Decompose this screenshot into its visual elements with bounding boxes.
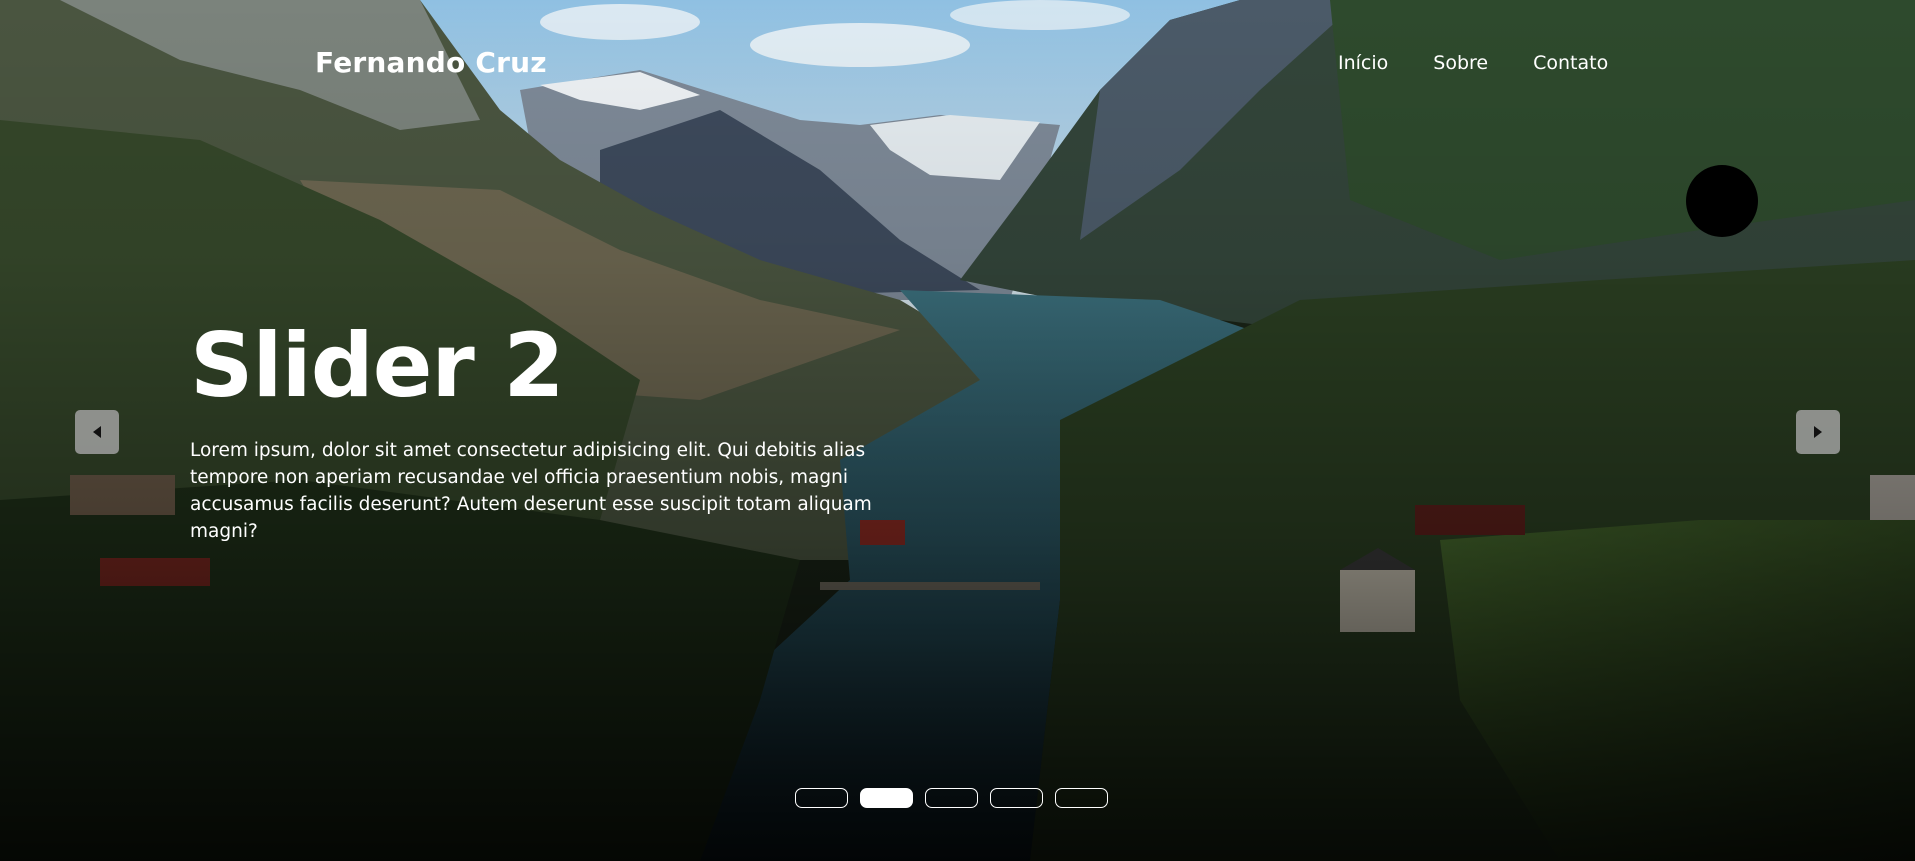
slider-prev-button[interactable] [75, 410, 119, 454]
slider-dot-1[interactable] [795, 788, 848, 808]
caret-right-icon [1814, 426, 1822, 438]
site-header: Fernando Cruz Início Sobre Contato [0, 44, 1915, 84]
slider-dot-3[interactable] [925, 788, 978, 808]
slider-pagination [795, 788, 1108, 808]
slide-description: Lorem ipsum, dolor sit amet consectetur … [190, 440, 872, 542]
slider-dot-2[interactable] [860, 788, 913, 808]
slide-title: Slider 2 [190, 314, 565, 417]
custom-cursor-circle [1686, 165, 1758, 237]
nav-link-contato[interactable]: Contato [1533, 52, 1608, 74]
brand-logo[interactable]: Fernando Cruz [315, 46, 547, 79]
main-nav: Início Sobre Contato [1338, 52, 1608, 74]
slider-dot-4[interactable] [990, 788, 1043, 808]
slider-dot-5[interactable] [1055, 788, 1108, 808]
caret-left-icon [93, 426, 101, 438]
nav-link-sobre[interactable]: Sobre [1433, 52, 1488, 74]
background-overlay [0, 0, 1915, 861]
slider-next-button[interactable] [1796, 410, 1840, 454]
nav-link-inicio[interactable]: Início [1338, 52, 1388, 74]
